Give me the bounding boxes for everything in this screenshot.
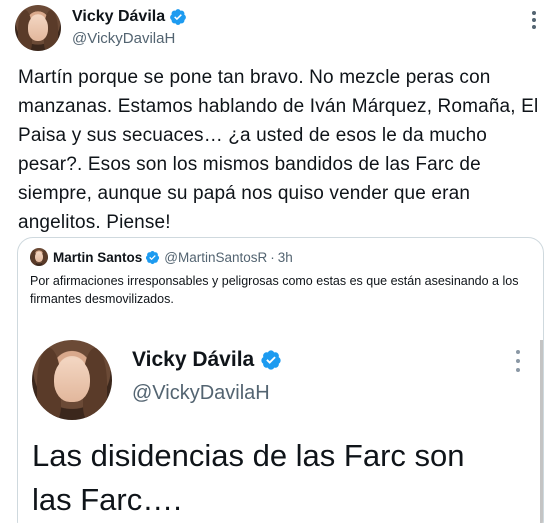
author-display-name[interactable]: Vicky Dávila — [72, 8, 165, 26]
quoted-author-handle[interactable]: @MartinSantosR — [164, 250, 267, 265]
more-options-icon — [513, 348, 523, 374]
embedded-handle: @VickyDavilaH — [132, 382, 270, 404]
embedded-tweet-image[interactable]: Vicky Dávila @VickyDavilaH Las disidenci… — [18, 322, 543, 523]
quoted-tweet-header: Martin Santos @MartinSantosR · 3h — [30, 248, 293, 266]
embedded-tweet-text: Las disidencias de las Farc son las Farc… — [32, 438, 465, 517]
tweet: Vicky Dávila @VickyDavilaH Martín porque… — [0, 0, 560, 523]
embedded-author-avatar — [32, 340, 112, 420]
quoted-tweet-text: Por afirmaciones irresponsables y peligr… — [30, 274, 519, 306]
tweet-text: Martín porque se pone tan bravo. No mezc… — [18, 67, 539, 233]
verified-badge-icon — [146, 250, 160, 264]
author-avatar[interactable] — [15, 5, 61, 51]
embedded-name-row: Vicky Dávila — [132, 348, 282, 372]
author-handle[interactable]: @VickyDavilaH — [72, 30, 175, 47]
quoted-author-avatar[interactable] — [30, 248, 48, 266]
more-options-icon[interactable] — [522, 8, 546, 32]
quoted-tweet[interactable]: Martin Santos @MartinSantosR · 3h Por af… — [17, 237, 544, 523]
verified-badge-icon — [261, 350, 281, 370]
quoted-tweet-time[interactable]: 3h — [278, 250, 293, 265]
separator-dot: · — [270, 249, 275, 265]
quoted-author-display-name[interactable]: Martin Santos — [53, 250, 142, 265]
embedded-display-name: Vicky Dávila — [132, 348, 255, 371]
scrollbar — [540, 340, 543, 523]
author-name-row: Vicky Dávila — [72, 8, 187, 26]
verified-badge-icon — [170, 9, 186, 25]
